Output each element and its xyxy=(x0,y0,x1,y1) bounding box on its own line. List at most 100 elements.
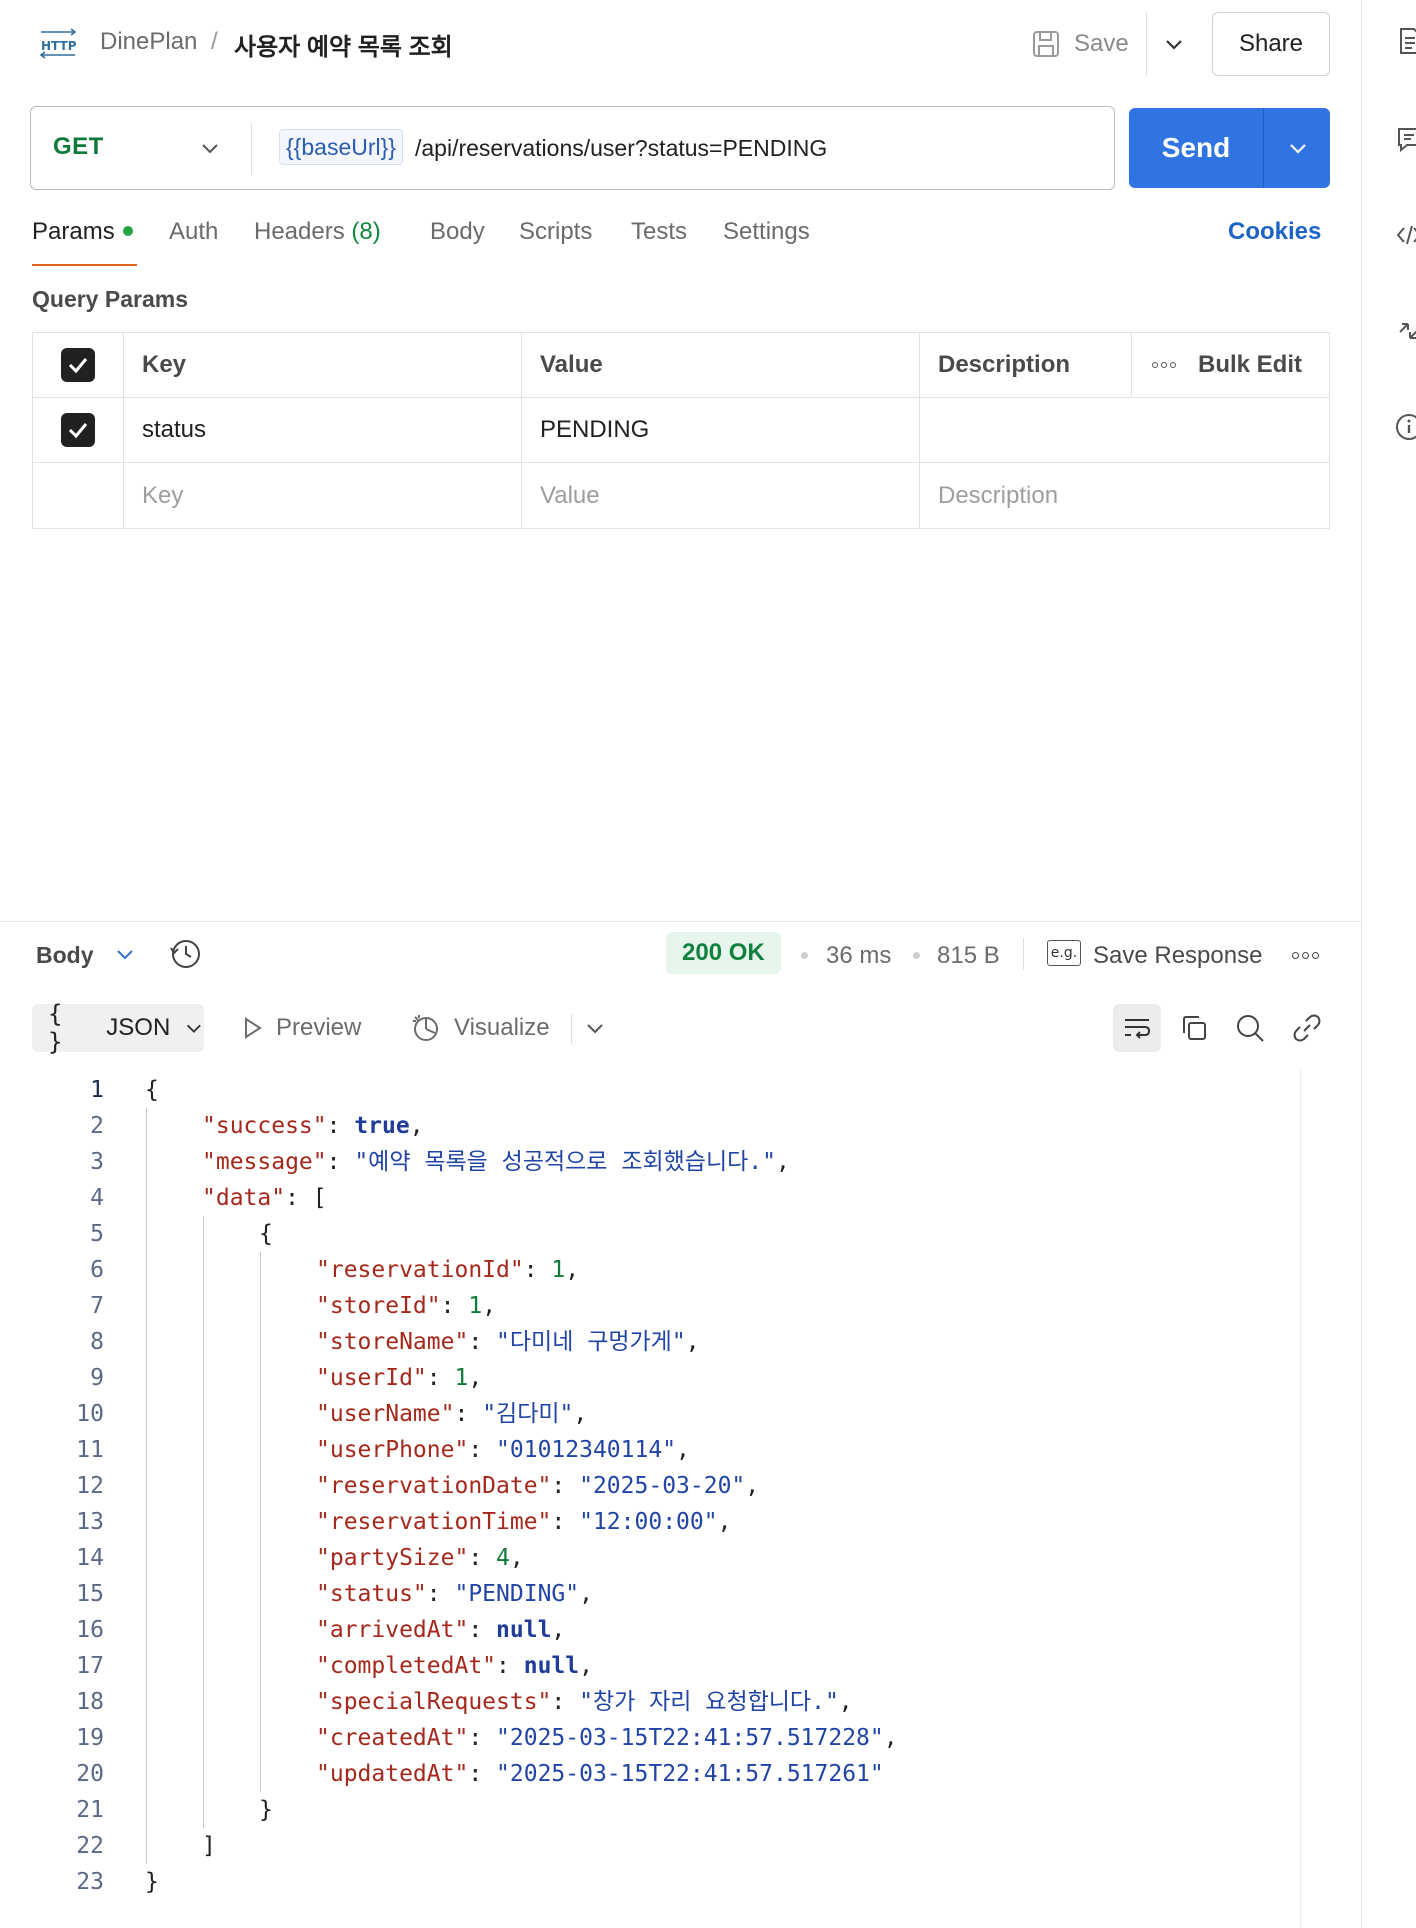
code-token: , xyxy=(579,1653,593,1679)
new-value-input[interactable]: Value xyxy=(522,463,920,528)
code-token: , xyxy=(883,1725,898,1751)
save-options-chevron-icon[interactable] xyxy=(1160,28,1188,60)
param-description-input[interactable] xyxy=(920,398,1331,462)
code-token: : xyxy=(426,1581,455,1607)
wrap-lines-icon xyxy=(1125,1019,1151,1039)
copy-button[interactable] xyxy=(1170,1004,1218,1052)
code-snippet-icon[interactable] xyxy=(1394,220,1416,250)
code-token: "reservationTime" xyxy=(316,1509,552,1535)
bulk-edit-button[interactable]: Bulk Edit xyxy=(1132,333,1331,397)
code-token: "status" xyxy=(316,1581,427,1607)
format-select[interactable]: { } JSON xyxy=(32,1000,204,1056)
code-token: "arrivedAt" xyxy=(316,1617,469,1643)
save-button[interactable]: Save xyxy=(1030,24,1129,64)
status-badge[interactable]: 200 OK xyxy=(666,932,781,974)
more-options-icon[interactable] xyxy=(1152,362,1176,368)
code-line: 10 "userName": "김다미", xyxy=(0,1396,1300,1432)
visualize-divider xyxy=(571,1014,572,1044)
code-token: : xyxy=(326,1149,355,1175)
select-all-checkbox[interactable] xyxy=(61,348,95,382)
visualize-button[interactable]: Visualize xyxy=(410,1012,550,1044)
code-text: "createdAt": "2025-03-15T22:41:57.517228… xyxy=(316,1720,898,1756)
line-number: 13 xyxy=(76,1509,104,1535)
param-value-input[interactable]: PENDING xyxy=(522,398,920,462)
param-key-input[interactable]: status xyxy=(124,398,522,462)
request-title[interactable]: 사용자 예약 목록 조회 xyxy=(234,27,453,62)
related-collections-icon[interactable] xyxy=(1394,316,1416,346)
code-token: 1 xyxy=(454,1365,469,1391)
code-token: null xyxy=(496,1617,552,1643)
line-number: 5 xyxy=(90,1221,104,1247)
share-button[interactable]: Share xyxy=(1212,12,1330,76)
tab-settings[interactable]: Settings xyxy=(723,218,810,246)
documentation-icon[interactable] xyxy=(1394,26,1416,56)
method-chevron-down-icon[interactable] xyxy=(195,133,225,163)
info-icon[interactable] xyxy=(1394,412,1416,442)
code-token: "completedAt" xyxy=(316,1653,497,1679)
preview-button[interactable]: Preview xyxy=(240,1014,361,1042)
code-line: 23} xyxy=(0,1864,1300,1900)
search-icon xyxy=(1237,1015,1264,1042)
history-icon[interactable] xyxy=(168,936,204,972)
line-number: 15 xyxy=(76,1581,104,1607)
url-bar: GET {{baseUrl}} /api/reservations/user?s… xyxy=(30,106,1115,190)
code-token: "partySize" xyxy=(316,1545,469,1571)
checkmark-icon xyxy=(68,358,88,374)
code-text: "message": "예약 목록을 성공적으로 조회했습니다.", xyxy=(202,1144,790,1180)
right-sidebar xyxy=(1361,0,1416,1928)
code-token: "12:00:00" xyxy=(579,1509,718,1535)
code-token: "01012340114" xyxy=(496,1437,677,1463)
more-options-icon[interactable] xyxy=(1292,952,1319,959)
line-number: 10 xyxy=(76,1401,104,1427)
code-token: : xyxy=(468,1725,497,1751)
tab-auth[interactable]: Auth xyxy=(169,218,218,246)
response-size[interactable]: 815 B xyxy=(937,942,1000,970)
tab-body[interactable]: Body xyxy=(430,218,485,246)
response-code-viewer[interactable]: 1{2 "success": true, 3 "message": "예약 목록을 성… xyxy=(0,1068,1300,1928)
code-token: ] xyxy=(202,1833,216,1859)
code-token: "PENDING" xyxy=(454,1581,580,1607)
new-key-input[interactable]: Key xyxy=(124,463,522,528)
code-scrollbar-track[interactable] xyxy=(1300,1068,1301,1928)
response-body-label[interactable]: Body xyxy=(36,942,94,969)
column-header-description: Description xyxy=(920,333,1132,397)
code-token: : xyxy=(551,1509,580,1535)
wrap-lines-button[interactable] xyxy=(1113,1004,1161,1052)
tab-params[interactable]: Params xyxy=(32,218,133,246)
format-label: JSON xyxy=(106,1014,171,1041)
meta-dot xyxy=(801,952,808,959)
response-time[interactable]: 36 ms xyxy=(826,942,891,970)
line-number: 12 xyxy=(76,1473,104,1499)
breadcrumb-workspace[interactable]: DinePlan xyxy=(100,28,197,56)
send-options-chevron-icon[interactable] xyxy=(1283,133,1313,163)
code-text: "arrivedAt": null, xyxy=(316,1612,565,1648)
save-response-button[interactable]: Save Response xyxy=(1093,942,1262,970)
cookies-link[interactable]: Cookies xyxy=(1228,218,1321,246)
link-button[interactable] xyxy=(1283,1004,1331,1052)
url-variable-base-url[interactable]: {{baseUrl}} xyxy=(279,129,403,165)
code-line: 18 "specialRequests": "창가 자리 요청합니다.", xyxy=(0,1684,1300,1720)
empty-check-cell xyxy=(33,463,124,528)
code-text: "reservationDate": "2025-03-20", xyxy=(316,1468,759,1504)
code-token: : xyxy=(326,1113,355,1139)
code-token: 1 xyxy=(468,1293,483,1319)
method-select[interactable]: GET xyxy=(53,133,104,161)
row-checkbox[interactable] xyxy=(61,413,95,447)
table-header-row: Key Value Description Bulk Edit xyxy=(33,333,1329,398)
code-token: , xyxy=(579,1581,593,1607)
url-input[interactable]: /api/reservations/user?status=PENDING xyxy=(415,132,827,164)
tab-headers[interactable]: Headers (8) xyxy=(254,218,381,246)
tab-scripts[interactable]: Scripts xyxy=(519,218,592,246)
response-format-bar: { } JSON Preview Visualize xyxy=(0,1000,1361,1056)
line-number: 22 xyxy=(76,1833,104,1859)
code-text: { xyxy=(145,1072,159,1108)
chevron-down-icon[interactable] xyxy=(112,942,138,968)
send-button[interactable]: Send xyxy=(1129,108,1263,188)
new-description-input[interactable]: Description xyxy=(920,463,1331,528)
braces-icon: { } xyxy=(48,1000,65,1056)
chevron-down-icon[interactable] xyxy=(582,1016,608,1042)
tab-tests[interactable]: Tests xyxy=(631,218,687,246)
search-button[interactable] xyxy=(1226,1004,1274,1052)
code-token: : xyxy=(468,1437,497,1463)
comments-icon[interactable] xyxy=(1394,124,1416,154)
